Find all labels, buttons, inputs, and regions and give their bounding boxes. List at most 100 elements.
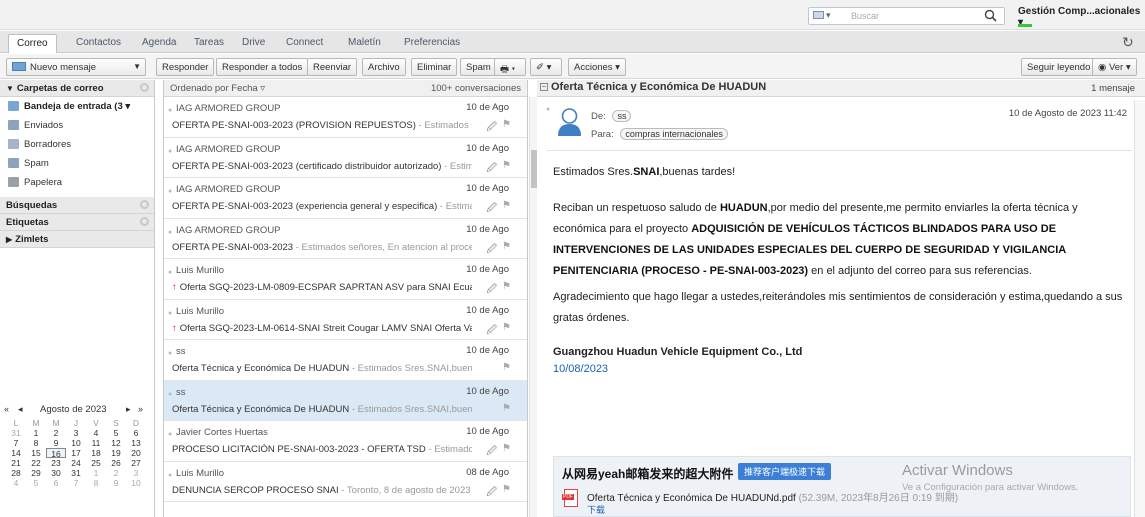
calendar-day[interactable]: 11: [86, 438, 106, 448]
unread-dot-icon[interactable]: ●: [168, 391, 172, 398]
tab-drive[interactable]: Drive: [234, 34, 273, 51]
new-message-button[interactable]: Nuevo mensaje ▼: [6, 58, 146, 76]
unread-dot-icon[interactable]: ●: [168, 310, 172, 317]
calendar-day[interactable]: 7: [66, 478, 86, 488]
signature-date[interactable]: 10/08/2023: [553, 359, 1133, 380]
calendar-day[interactable]: 21: [6, 458, 26, 468]
calendar-day[interactable]: 20: [126, 448, 146, 458]
sidebar-item-drafts[interactable]: Borradores: [0, 135, 154, 154]
calendar-day[interactable]: 19: [106, 448, 126, 458]
sort-selector[interactable]: Ordenado por Fecha ▿: [170, 83, 265, 94]
calendar-day[interactable]: 4: [6, 478, 26, 488]
calendar-day[interactable]: 8: [26, 438, 46, 448]
flag-icon[interactable]: ⚑: [502, 484, 511, 495]
calendar-day[interactable]: 12: [106, 438, 126, 448]
tags-header[interactable]: Etiquetas: [0, 214, 154, 231]
search-input[interactable]: ▾ Buscar: [808, 7, 1005, 25]
list-item[interactable]: ● IAG ARMORED GROUP 10 de Ago OFERTA PE-…: [164, 219, 527, 259]
tab-preferencias[interactable]: Preferencias: [396, 34, 468, 51]
collapse-icon[interactable]: ▼: [6, 84, 14, 93]
flag-icon[interactable]: ⚑: [502, 403, 511, 414]
archive-button[interactable]: Archivo: [362, 58, 406, 76]
calendar-day[interactable]: 3: [66, 428, 86, 438]
print-button[interactable]: 🖶 ▾: [494, 58, 526, 76]
calendar-day[interactable]: 16: [46, 448, 66, 459]
flag-icon[interactable]: ⚑: [502, 322, 511, 333]
tab-tareas[interactable]: Tareas: [186, 34, 232, 51]
unread-dot-icon[interactable]: ●: [168, 269, 172, 276]
calendar-day[interactable]: 9: [46, 438, 66, 448]
client-download-button[interactable]: 推荐客户端极速下载: [738, 463, 832, 480]
gear-icon[interactable]: [140, 217, 149, 226]
calendar-day[interactable]: 31: [6, 428, 26, 438]
flag-icon[interactable]: ⚑: [502, 119, 511, 130]
unread-dot-icon[interactable]: ●: [168, 472, 172, 479]
gear-icon[interactable]: [140, 83, 149, 92]
flag-icon[interactable]: ⚑: [502, 281, 511, 292]
reply-all-button[interactable]: Responder a todos: [216, 58, 309, 76]
flag-icon[interactable]: ⚑: [502, 362, 511, 373]
sidebar-item-trash[interactable]: Papelera: [0, 173, 154, 192]
calendar-day[interactable]: 2: [46, 428, 66, 438]
list-item[interactable]: ● Javier Cortes Huertas 10 de Ago PROCES…: [164, 421, 527, 462]
reader-scrollbar[interactable]: [1134, 100, 1145, 517]
calendar-day[interactable]: 26: [106, 458, 126, 468]
list-item[interactable]: ● ss 10 de Ago Oferta Técnica y Económic…: [164, 340, 527, 381]
list-item[interactable]: ● ss 10 de Ago Oferta Técnica y Económic…: [164, 380, 527, 421]
flag-icon[interactable]: ⚑: [502, 241, 511, 252]
calendar-day[interactable]: 17: [66, 448, 86, 458]
tab-agenda[interactable]: Agenda: [134, 34, 184, 51]
recipient-pill[interactable]: compras internacionales: [620, 128, 728, 140]
search-icon[interactable]: [983, 8, 999, 24]
list-item[interactable]: ● Luis Murillo 08 de Ago DENUNCIA SERCOP…: [164, 462, 527, 502]
unread-dot-icon[interactable]: ●: [168, 350, 172, 357]
tab-correo[interactable]: Correo: [8, 34, 57, 53]
tag-button[interactable]: ✐ ▾: [530, 58, 562, 76]
unread-dot-icon[interactable]: ●: [168, 431, 172, 438]
list-item[interactable]: ● Luis Murillo 10 de Ago ↑ Oferta SGQ-202…: [164, 300, 527, 340]
spam-button[interactable]: Spam: [460, 58, 497, 76]
sidebar-item-inbox[interactable]: Bandeja de entrada (3 ▾: [0, 97, 154, 116]
calendar-day[interactable]: 27: [126, 458, 146, 468]
calendar-day[interactable]: 29: [26, 468, 46, 478]
calendar-day[interactable]: 6: [126, 428, 146, 438]
unread-dot-icon[interactable]: ●: [168, 229, 172, 236]
tab-maletin[interactable]: Maletín: [340, 34, 389, 51]
gear-icon[interactable]: [140, 200, 149, 209]
calendar-day[interactable]: 15: [26, 448, 46, 458]
list-item[interactable]: ● IAG ARMORED GROUP 10 de Ago OFERTA PE-…: [164, 178, 527, 219]
reply-button[interactable]: Responder: [156, 58, 215, 76]
calendar-day[interactable]: 25: [86, 458, 106, 468]
sidebar-item-spam[interactable]: Spam: [0, 154, 154, 173]
next-year-icon[interactable]: »: [138, 404, 143, 414]
sender-pill[interactable]: ss: [612, 110, 632, 122]
calendar-day[interactable]: 3: [126, 468, 146, 478]
calendar-day[interactable]: 5: [106, 428, 126, 438]
calendar-day[interactable]: 28: [6, 468, 26, 478]
zimlets-header[interactable]: ▶ Zimlets: [0, 231, 154, 248]
download-link[interactable]: 下载: [587, 503, 605, 516]
refresh-icon[interactable]: ↻: [1122, 34, 1134, 51]
calendar-day[interactable]: 18: [86, 448, 106, 458]
list-item[interactable]: ● Luis Murillo 10 de Ago ↑ Oferta SGQ-202…: [164, 259, 527, 300]
expand-icon[interactable]: ▶: [6, 235, 12, 244]
user-menu[interactable]: Gestión Comp...acionales ▾: [1018, 6, 1145, 28]
calendar-day[interactable]: 10: [66, 438, 86, 448]
calendar-day[interactable]: 7: [6, 438, 26, 448]
unread-dot-icon[interactable]: ●: [168, 148, 172, 155]
delete-button[interactable]: Eliminar: [411, 58, 458, 76]
calendar-day[interactable]: 6: [46, 478, 66, 488]
calendar-day[interactable]: 1: [26, 428, 46, 438]
collapse-icon[interactable]: −: [540, 83, 548, 91]
folders-header[interactable]: ▼ Carpetas de correo: [0, 80, 154, 97]
view-button[interactable]: ◉ Ver ▾: [1092, 58, 1137, 76]
flag-icon[interactable]: ⚑: [502, 160, 511, 171]
search-scope-dropdown[interactable]: ▾: [813, 10, 831, 21]
calendar-day[interactable]: 9: [106, 478, 126, 488]
calendar-day[interactable]: 24: [66, 458, 86, 468]
calendar-day[interactable]: 8: [86, 478, 106, 488]
actions-button[interactable]: Acciones ▾: [568, 58, 626, 76]
keep-reading-button[interactable]: Seguir leyendo: [1021, 58, 1097, 76]
calendar-day[interactable]: 22: [26, 458, 46, 468]
prev-month-icon[interactable]: ◂: [18, 404, 23, 415]
